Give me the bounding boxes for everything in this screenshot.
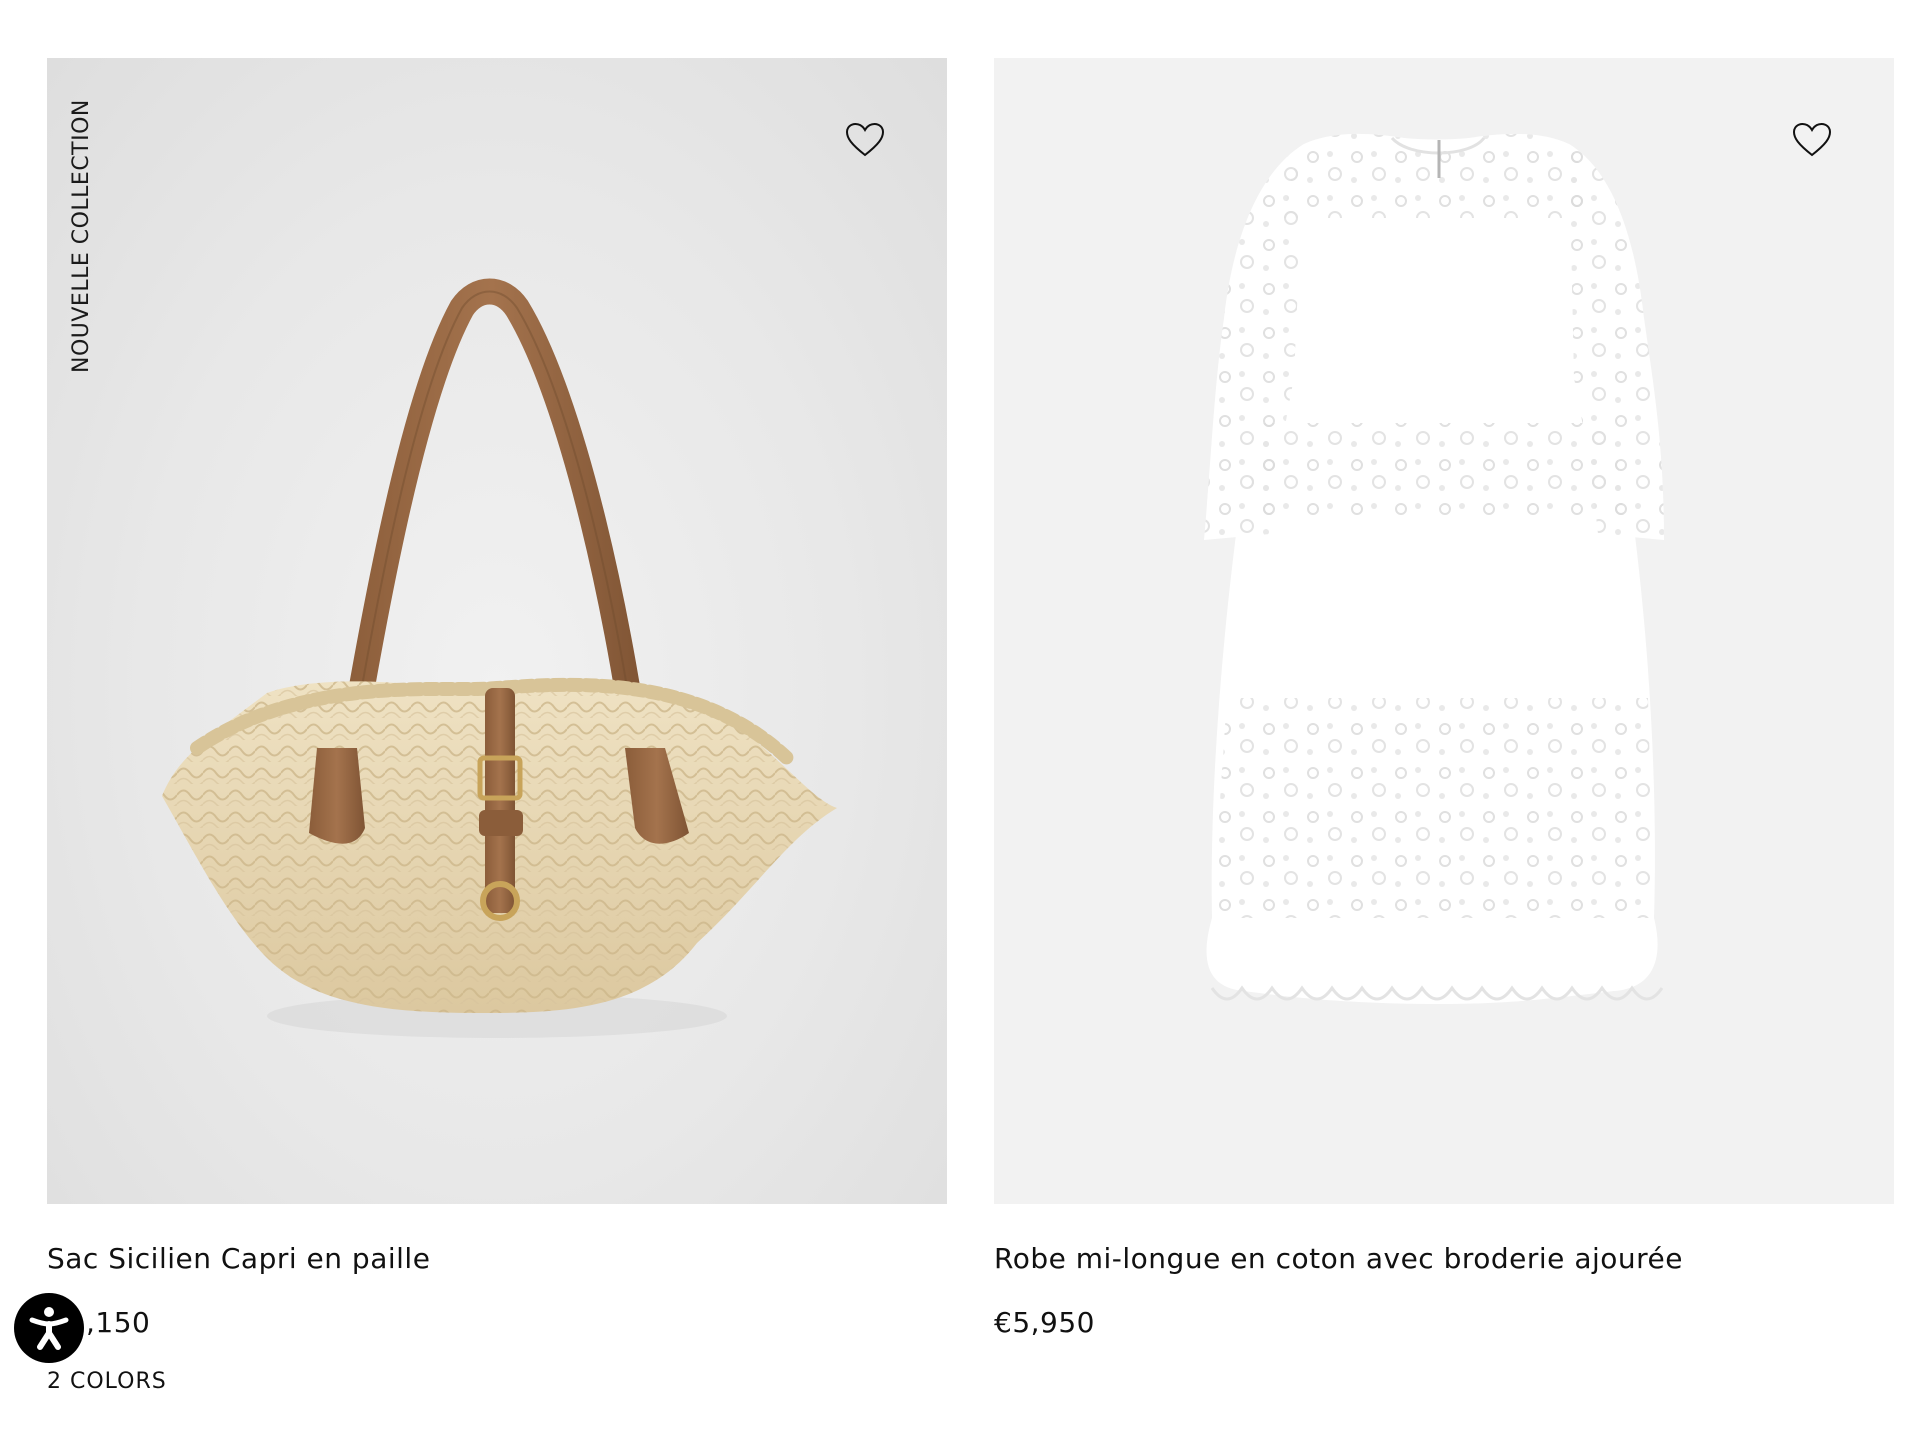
product-price: €5,950 [994,1306,1095,1339]
product-image-embroidered-dress[interactable] [994,58,1894,1204]
product-price: ,150 [86,1306,151,1339]
white-dress-illustration [1204,133,1664,1005]
straw-bag-illustration [162,278,837,1038]
accessibility-icon [29,1307,69,1350]
product-listing-page: NOUVELLE COLLECTION Sac Sicilien Capri e… [0,0,1920,1433]
accessibility-button[interactable] [14,1293,84,1363]
product-image-capri-bag[interactable]: NOUVELLE COLLECTION [47,58,947,1204]
product-card-capri-bag[interactable]: NOUVELLE COLLECTION Sac Sicilien Capri e… [47,58,947,1397]
product-colors-count[interactable]: 2 COLORS [47,1367,947,1397]
product-title[interactable]: Robe mi-longue en coton avec broderie aj… [994,1239,1894,1279]
product-title[interactable]: Sac Sicilien Capri en paille [47,1239,947,1279]
product-card-embroidered-dress[interactable]: Robe mi-longue en coton avec broderie aj… [994,58,1894,1343]
